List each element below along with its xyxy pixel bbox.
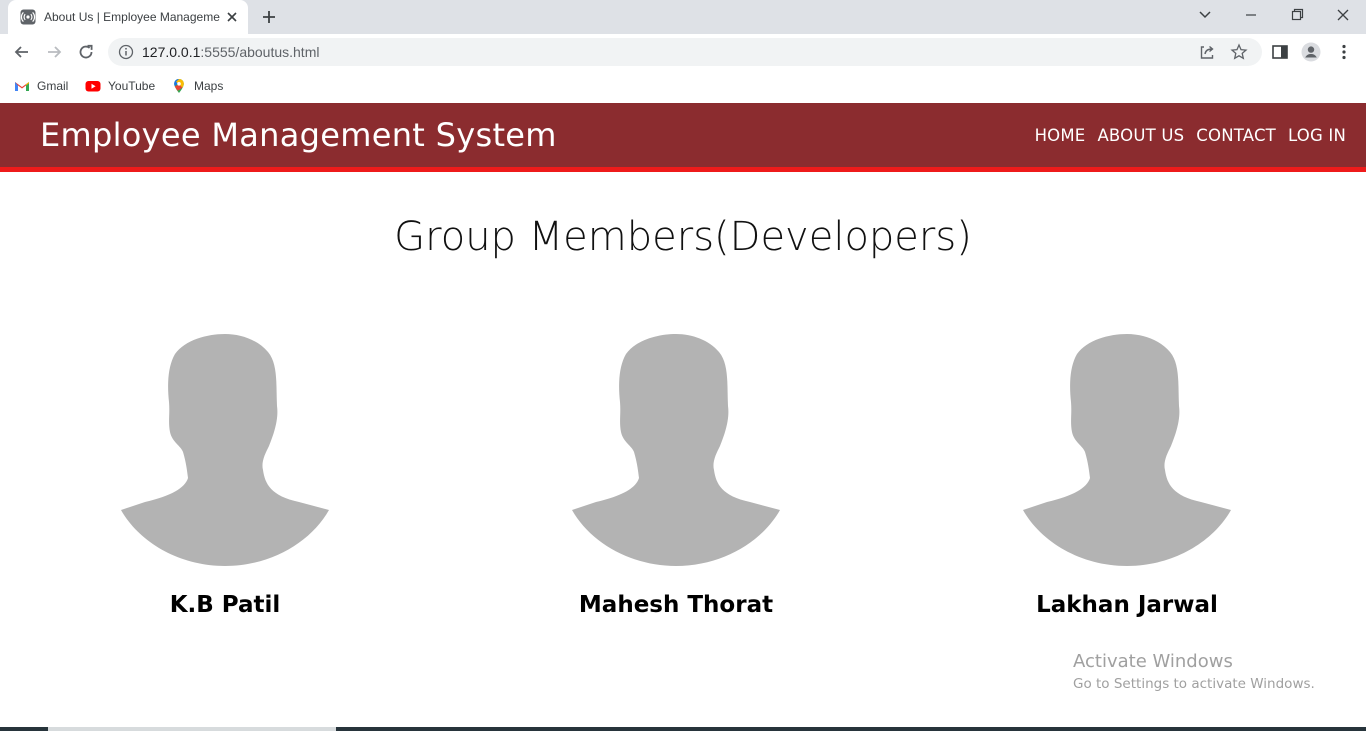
side-panel-icon[interactable] <box>1270 42 1290 62</box>
page-title: Group Members(Developers) <box>394 214 972 260</box>
broadcast-favicon-icon <box>20 9 36 25</box>
watermark-subtitle: Go to Settings to activate Windows. <box>1073 676 1315 692</box>
nav-home[interactable]: HOME <box>1035 125 1086 147</box>
chevron-down-icon[interactable] <box>1192 4 1218 26</box>
url-text: 127.0.0.1:5555/aboutus.html <box>142 44 319 60</box>
tab-title: About Us | Employee Manageme <box>44 10 220 24</box>
address-bar[interactable]: 127.0.0.1:5555/aboutus.html <box>108 38 1262 66</box>
taskbar-edge <box>0 727 1366 731</box>
site-brand[interactable]: Employee Management System <box>40 113 557 157</box>
nav-contact[interactable]: CONTACT <box>1196 125 1276 147</box>
minimize-icon[interactable] <box>1238 4 1264 26</box>
person-silhouette-icon <box>1023 334 1231 566</box>
bookmark-label: Maps <box>194 79 224 93</box>
person-silhouette-icon <box>121 334 329 566</box>
activate-windows-watermark: Activate Windows Go to Settings to activ… <box>1073 651 1315 694</box>
gmail-icon <box>15 82 29 91</box>
bookmarks-bar: Gmail YouTube Maps <box>0 70 1366 102</box>
member-name: K.B Patil <box>169 592 281 618</box>
watermark-title: Activate Windows <box>1073 651 1233 672</box>
bookmark-youtube[interactable]: YouTube <box>85 76 155 96</box>
maps-icon <box>174 79 184 93</box>
bookmark-star-icon[interactable] <box>1230 43 1248 61</box>
back-arrow-icon[interactable] <box>12 42 32 62</box>
window-close-icon[interactable] <box>1330 4 1356 26</box>
bookmark-label: Gmail <box>37 79 69 93</box>
new-tab-plus-icon[interactable] <box>258 6 280 28</box>
main-nav: HOME ABOUT US CONTACT LOG IN <box>1035 125 1346 147</box>
restore-icon[interactable] <box>1284 4 1310 26</box>
menu-kebab-icon[interactable] <box>1334 42 1354 62</box>
reload-icon[interactable] <box>76 42 96 62</box>
nav-log-in[interactable]: LOG IN <box>1288 125 1346 147</box>
taskbar-highlight <box>48 727 336 731</box>
profile-avatar-icon[interactable] <box>1301 42 1321 62</box>
browser-tab[interactable]: About Us | Employee Manageme <box>8 0 248 34</box>
site-header: Employee Management System HOME ABOUT US… <box>0 103 1366 167</box>
bookmark-label: YouTube <box>108 79 156 93</box>
nav-about-us[interactable]: ABOUT US <box>1097 125 1184 147</box>
bookmark-gmail[interactable]: Gmail <box>14 76 68 96</box>
share-icon[interactable] <box>1198 43 1216 61</box>
close-icon[interactable] <box>224 9 240 25</box>
bookmark-maps[interactable]: Maps <box>171 76 223 96</box>
youtube-icon <box>85 81 101 92</box>
url-path: :5555/aboutus.html <box>200 44 320 60</box>
url-host: 127.0.0.1 <box>142 44 201 60</box>
browser-tabstrip: About Us | Employee Manageme <box>0 0 1366 34</box>
header-accent-line <box>0 167 1366 172</box>
browser-toolbar: 127.0.0.1:5555/aboutus.html <box>0 34 1366 70</box>
member-name: Mahesh Thorat <box>578 592 774 618</box>
person-silhouette-icon <box>572 334 780 566</box>
member-name: Lakhan Jarwal <box>1036 592 1218 618</box>
site-info-icon[interactable] <box>118 44 134 60</box>
forward-arrow-icon[interactable] <box>44 42 64 62</box>
